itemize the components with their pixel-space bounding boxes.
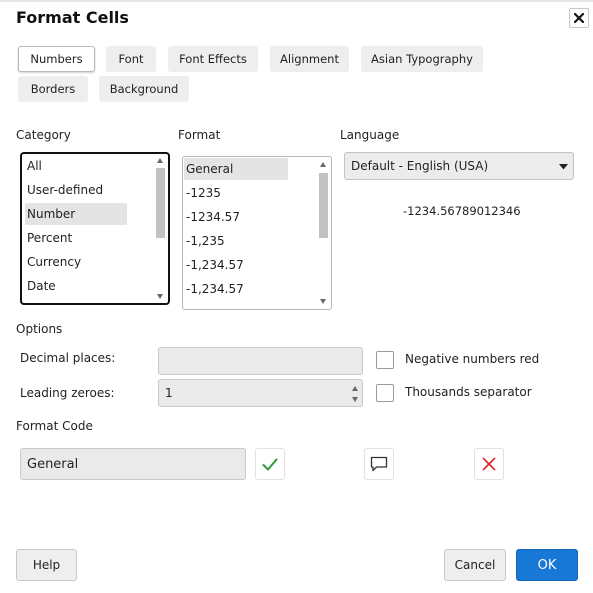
format-item[interactable]: -1,235	[184, 230, 288, 252]
ok-button[interactable]: OK	[516, 549, 578, 581]
thousands-separator-label: Thousands separator	[405, 385, 532, 399]
stepper-down-icon[interactable]	[352, 397, 358, 402]
decimal-places-label: Decimal places:	[20, 351, 116, 365]
scroll-down-arrow-icon[interactable]	[157, 294, 163, 299]
format-scroll-thumb[interactable]	[319, 173, 328, 238]
format-item-selected[interactable]: General	[184, 158, 288, 180]
delete-format-code-button[interactable]	[474, 448, 504, 480]
tab-background[interactable]: Background	[99, 76, 189, 102]
tab-numbers[interactable]: Numbers	[18, 46, 95, 72]
delete-x-icon	[482, 457, 496, 471]
add-comment-button[interactable]	[364, 448, 394, 480]
category-scrollbar[interactable]	[155, 156, 167, 301]
close-icon	[574, 13, 584, 23]
category-label: Category	[16, 128, 71, 142]
chevron-down-icon	[559, 164, 568, 170]
leading-zeroes-label: Leading zeroes:	[20, 386, 115, 400]
leading-zeroes-stepper[interactable]: 1	[158, 379, 363, 407]
scroll-down-arrow-icon[interactable]	[320, 299, 326, 304]
tab-font[interactable]: Font	[106, 46, 156, 72]
category-item[interactable]: User-defined	[25, 179, 127, 201]
negative-red-label: Negative numbers red	[405, 352, 540, 366]
tab-borders[interactable]: Borders	[18, 76, 88, 102]
tab-asian-typography[interactable]: Asian Typography	[361, 46, 483, 72]
title-bar-border	[0, 0, 593, 2]
format-scrollbar[interactable]	[318, 159, 330, 307]
format-item[interactable]: -1235	[184, 182, 288, 204]
language-label: Language	[340, 128, 400, 142]
scroll-up-arrow-icon[interactable]	[320, 162, 326, 167]
options-label: Options	[16, 322, 63, 336]
thousands-separator-checkbox[interactable]	[376, 384, 394, 402]
category-item[interactable]: Date	[25, 275, 127, 297]
comment-icon	[370, 456, 388, 472]
leading-zeroes-value: 1	[165, 386, 173, 400]
format-preview: -1234.56789012346	[403, 204, 521, 218]
format-label: Format	[178, 128, 221, 142]
category-scroll-thumb[interactable]	[156, 168, 165, 238]
category-item[interactable]: Percent	[25, 227, 127, 249]
category-item-selected[interactable]: Number	[25, 203, 127, 225]
format-code-label: Format Code	[16, 419, 93, 433]
decimal-places-input[interactable]	[158, 347, 363, 375]
help-button[interactable]: Help	[16, 549, 77, 581]
checkmark-icon	[262, 458, 278, 470]
format-listbox[interactable]: General -1235 -1234.57 -1,235 -1,234.57 …	[182, 156, 332, 310]
format-item[interactable]: -1234.57	[184, 206, 288, 228]
language-select[interactable]: Default - English (USA)	[344, 152, 574, 180]
cancel-button[interactable]: Cancel	[444, 549, 506, 581]
category-listbox[interactable]: All User-defined Number Percent Currency…	[20, 152, 170, 305]
tab-font-effects[interactable]: Font Effects	[168, 46, 258, 72]
tab-alignment[interactable]: Alignment	[270, 46, 349, 72]
format-item[interactable]: -1,234.57	[184, 278, 288, 300]
category-item[interactable]: All	[25, 155, 127, 177]
apply-format-code-button[interactable]	[255, 448, 285, 480]
format-item[interactable]: -1,234.57	[184, 254, 288, 276]
format-code-input[interactable]: General	[20, 448, 246, 480]
category-item[interactable]: Currency	[25, 251, 127, 273]
close-button[interactable]	[569, 8, 589, 28]
negative-red-checkbox[interactable]	[376, 351, 394, 369]
stepper-up-icon[interactable]	[352, 386, 358, 391]
language-select-value: Default - English (USA)	[351, 159, 489, 173]
dialog-title: Format Cells	[16, 8, 129, 27]
scroll-up-arrow-icon[interactable]	[157, 158, 163, 163]
